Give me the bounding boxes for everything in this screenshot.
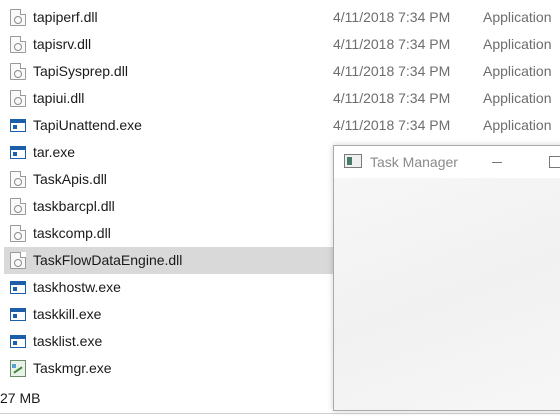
minimize-button[interactable]	[484, 146, 530, 178]
file-name: Taskmgr.exe	[33, 360, 112, 376]
file-type: Application	[483, 117, 552, 133]
file-name: TapiUnattend.exe	[33, 117, 142, 133]
dll-file-icon	[10, 36, 26, 53]
dll-file-icon	[10, 63, 26, 80]
file-name: taskhostw.exe	[33, 279, 121, 295]
exe-file-icon	[10, 119, 26, 132]
file-name: tapiui.dll	[33, 90, 85, 106]
file-row[interactable]: TapiSysprep.dll 4/11/2018 7:34 PM Applicat…	[0, 58, 560, 85]
file-name: TapiSysprep.dll	[33, 63, 128, 79]
file-row[interactable]: TapiUnattend.exe 4/11/2018 7:34 PM Applica…	[0, 112, 560, 139]
status-size-text: 27 MB	[0, 390, 41, 406]
exe-file-icon	[10, 308, 26, 321]
dll-file-icon	[10, 252, 26, 269]
dll-file-icon	[10, 90, 26, 107]
file-name: tapisrv.dll	[33, 36, 92, 52]
file-name: TaskFlowDataEngine.dll	[33, 252, 183, 268]
file-date-modified: 4/11/2018 7:34 PM	[333, 9, 451, 25]
file-date-modified: 4/11/2018 7:34 PM	[333, 36, 451, 52]
maximize-button[interactable]	[530, 146, 560, 178]
exe-file-icon	[10, 335, 26, 348]
file-type: Application	[483, 36, 552, 52]
file-name: tasklist.exe	[33, 333, 103, 349]
task-manager-icon	[10, 360, 26, 377]
file-name: TaskApis.dll	[33, 171, 107, 187]
task-manager-titlebar[interactable]: Task Manager	[334, 146, 560, 178]
status-bar: 27 MB	[0, 386, 334, 408]
task-manager-app-icon	[344, 154, 362, 168]
dll-file-icon	[10, 198, 26, 215]
status-divider	[0, 413, 560, 414]
file-type: Application	[483, 63, 552, 79]
file-row[interactable]: tapisrv.dll 4/11/2018 7:34 PM Application	[0, 31, 560, 58]
file-name: taskcomp.dll	[33, 225, 111, 241]
file-date-modified: 4/11/2018 7:34 PM	[333, 63, 451, 79]
file-date-modified: 4/11/2018 7:34 PM	[333, 90, 451, 106]
file-name: tar.exe	[33, 144, 76, 160]
task-manager-title: Task Manager	[370, 154, 458, 170]
dll-file-icon	[10, 9, 26, 26]
file-name: taskkill.exe	[33, 306, 102, 322]
dll-file-icon	[10, 171, 26, 188]
file-row[interactable]: tapiperf.dll 4/11/2018 7:34 PM Application	[0, 4, 560, 31]
file-name: taskbarcpl.dll	[33, 198, 115, 214]
file-name: tapiperf.dll	[33, 9, 98, 25]
exe-file-icon	[10, 146, 26, 159]
file-row[interactable]: tapiui.dll 4/11/2018 7:34 PM Application	[0, 85, 560, 112]
task-manager-body	[334, 178, 560, 410]
task-manager-window[interactable]: Task Manager	[333, 145, 560, 411]
exe-file-icon	[10, 281, 26, 294]
dll-file-icon	[10, 225, 26, 242]
file-date-modified: 4/11/2018 7:34 PM	[333, 117, 451, 133]
file-type: Application	[483, 9, 552, 25]
file-type: Application	[483, 90, 552, 106]
